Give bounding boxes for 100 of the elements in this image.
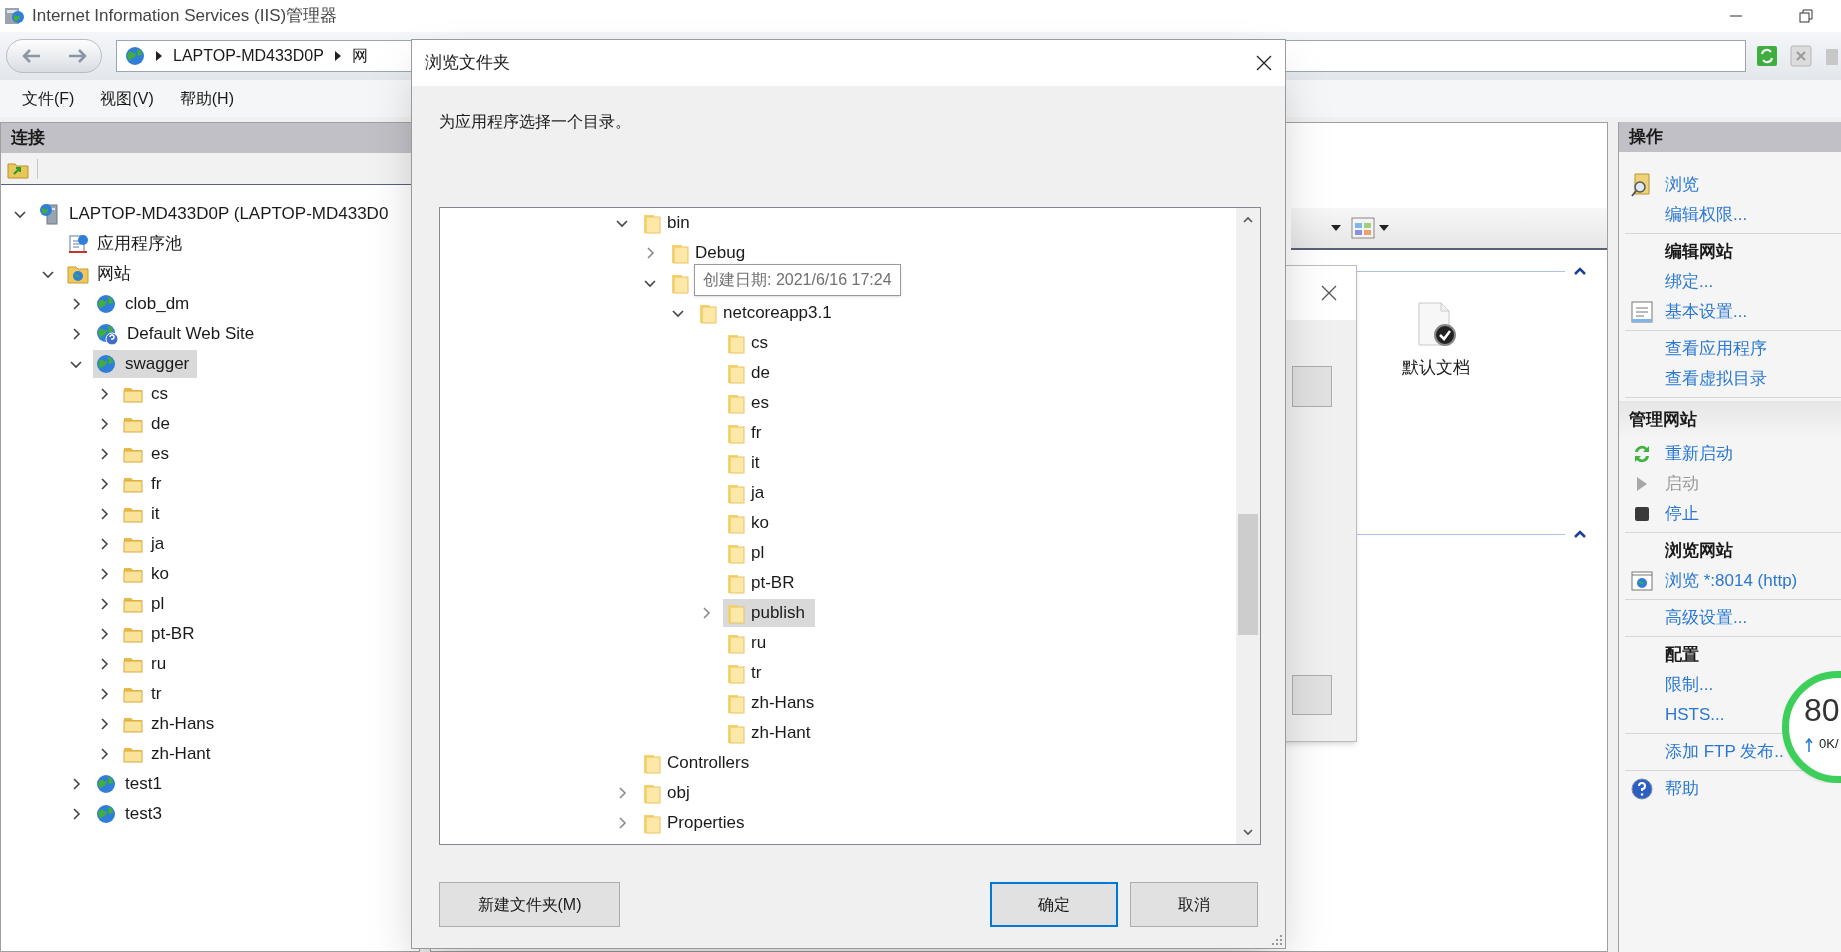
tree-item[interactable]: test1 (93, 770, 170, 798)
menu-item[interactable]: 文件(F) (10, 86, 87, 111)
tree-item[interactable]: ja (121, 530, 173, 558)
scrollbar[interactable] (1236, 208, 1260, 844)
breadcrumb-item[interactable]: 网 (351, 44, 368, 68)
action-link[interactable]: 高级设置... (1665, 605, 1748, 631)
tree-item[interactable]: de (121, 410, 178, 438)
breadcrumb-arrow-icon[interactable] (333, 51, 342, 61)
tree-item[interactable]: fr (121, 470, 170, 498)
breadcrumb-item[interactable]: LAPTOP-MD433D0P (173, 44, 324, 68)
tree-item[interactable]: cs (723, 329, 778, 357)
action-link[interactable]: 绑定... (1665, 269, 1714, 295)
tree-item-label: Controllers (667, 752, 750, 775)
refresh-icon[interactable] (1756, 45, 1778, 67)
tree-item[interactable]: pt-BR (121, 620, 203, 648)
tree-item-label: cs (751, 332, 768, 355)
tree-item-label: zh-Hant (151, 743, 211, 766)
action-link[interactable]: 编辑权限... (1665, 202, 1748, 228)
restore-icon[interactable] (1799, 9, 1813, 23)
globe-icon (125, 46, 145, 66)
tree-item[interactable]: zh-Hans (121, 710, 223, 738)
tree-item[interactable]: pl (723, 539, 775, 567)
tree-item-label: ko (151, 563, 169, 586)
close-icon[interactable] (1255, 54, 1273, 72)
tree-item-label: it (751, 452, 760, 475)
action-link[interactable]: 查看虚拟目录 (1665, 366, 1767, 392)
tree-item-label: es (751, 392, 769, 415)
dialog-button[interactable]: 确定 (990, 882, 1118, 927)
forward-arrow-icon[interactable] (66, 47, 89, 65)
tree-item[interactable]: 网站 (65, 260, 139, 288)
tree-item[interactable]: obj (639, 779, 700, 807)
tree-item[interactable]: es (723, 389, 779, 417)
breadcrumb-arrow-icon[interactable] (155, 51, 163, 61)
tree-item[interactable]: tr (121, 680, 170, 708)
tree-item[interactable]: bin (639, 209, 700, 237)
menu-item[interactable]: 帮助(H) (167, 86, 246, 111)
browser-globe-icon (1631, 571, 1653, 591)
action-link[interactable]: 浏览 *:8014 (http) (1665, 568, 1798, 594)
collapse-group-icon[interactable] (1573, 266, 1587, 276)
folder-icon (727, 392, 745, 414)
tree-item[interactable]: de (723, 359, 780, 387)
tree-item-label: pt-BR (751, 572, 795, 595)
tooltip: 创建日期: 2021/6/16 17:24 (694, 264, 901, 296)
tree-item[interactable]: zh-Hans (723, 689, 825, 717)
tree-item[interactable]: netcoreapp3.1 (695, 299, 842, 327)
collapse-group-icon[interactable] (1573, 529, 1587, 539)
tree-item[interactable]: 应用程序池 (65, 230, 190, 258)
action-link[interactable]: 添加 FTP 发布.. (1665, 739, 1784, 765)
tree-item[interactable]: ru (723, 629, 777, 657)
action-link[interactable]: HSTS... (1665, 702, 1725, 728)
dialog-button[interactable]: 取消 (1130, 882, 1258, 927)
tree-item[interactable]: Default Web Site (93, 320, 263, 348)
tree-item[interactable]: clob_dm (93, 290, 198, 318)
action-link[interactable]: 基本设置... (1665, 299, 1748, 325)
tree-item-label: fr (751, 422, 762, 445)
server-icon (39, 203, 61, 225)
tree-item[interactable]: pl (121, 590, 173, 618)
tree-item[interactable]: pt-BR (723, 569, 805, 597)
tree-item-label: clob_dm (125, 293, 190, 316)
dropdown-arrow-icon[interactable] (1331, 225, 1341, 231)
dropdown-arrow-icon[interactable] (1379, 225, 1389, 231)
tree-item[interactable]: ja (723, 479, 775, 507)
tree-item[interactable]: ru (121, 650, 175, 678)
dialog-button[interactable]: 新建文件夹(M) (439, 882, 620, 927)
tree-item[interactable]: fr (723, 419, 772, 447)
scrollbar-thumb[interactable] (1238, 514, 1258, 635)
tree-item[interactable]: cs (121, 380, 176, 408)
tree-item-label: ru (751, 632, 767, 655)
action-link[interactable]: 查看应用程序 (1665, 336, 1767, 362)
section-heading: 浏览网站 (1665, 540, 1733, 563)
action-link[interactable]: 帮助 (1665, 776, 1699, 802)
menu-item[interactable]: 视图(V) (88, 86, 166, 111)
action-link[interactable]: 限制... (1665, 672, 1714, 698)
tree-item[interactable]: it (121, 500, 168, 528)
action-link[interactable]: 重新启动 (1665, 441, 1733, 467)
tree-item[interactable]: tr (723, 659, 772, 687)
folder-icon (727, 422, 745, 444)
tree-item[interactable]: ko (723, 509, 779, 537)
close-icon[interactable] (1320, 284, 1338, 302)
action-link[interactable]: 浏览 (1665, 172, 1699, 198)
tree-item[interactable]: zh-Hant (723, 719, 821, 747)
action-link[interactable]: 停止 (1665, 501, 1699, 527)
tree-item[interactable]: Controllers (639, 749, 760, 777)
tree-item[interactable]: zh-Hant (121, 740, 219, 768)
tree-item-label: pt-BR (151, 623, 195, 646)
tree-item[interactable]: LAPTOP-MD433D0P (LAPTOP-MD433D0 (37, 200, 397, 228)
tree-item[interactable]: swagger (93, 350, 198, 378)
tree-item[interactable]: Properties (639, 809, 755, 837)
tree-item[interactable]: es (121, 440, 177, 468)
tree-item[interactable]: publish (723, 599, 815, 627)
tree-item-label: test3 (125, 803, 162, 826)
tree-item[interactable]: it (723, 449, 770, 477)
resize-grip-icon (1272, 935, 1282, 945)
tree-item[interactable]: test3 (93, 800, 170, 828)
tree-item-label: de (751, 362, 770, 385)
tree-item[interactable]: ko (121, 560, 177, 588)
feature-item[interactable]: 默认文档 (1391, 301, 1481, 381)
pane-title: 操作 (1629, 126, 1663, 149)
tree-item[interactable]: Debug (667, 239, 756, 267)
tree-item-label: swagger (125, 353, 190, 376)
